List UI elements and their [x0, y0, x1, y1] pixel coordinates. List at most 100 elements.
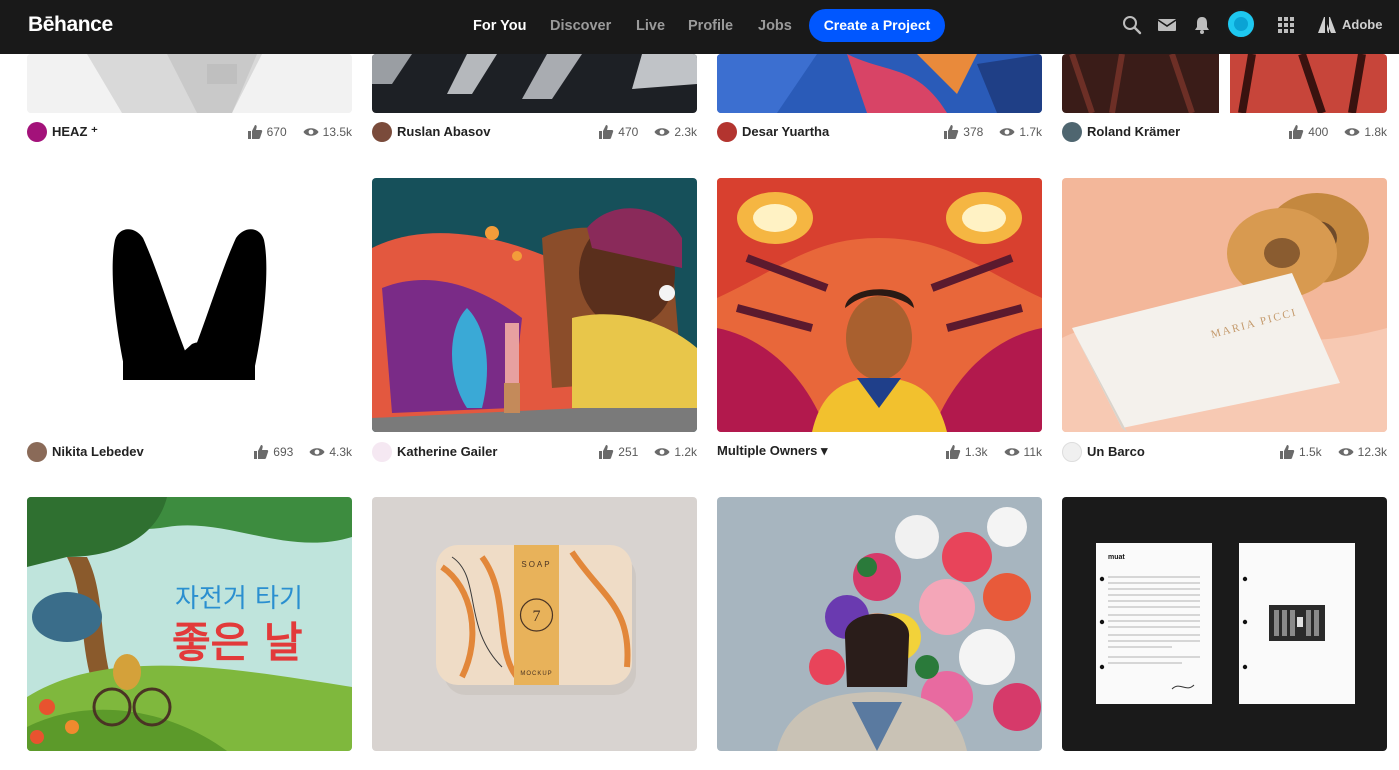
project-thumbnail[interactable] [717, 178, 1042, 432]
project-meta: Roland Krämer 400 1.8k [1062, 121, 1387, 143]
project-stats: 470 2.3k [598, 123, 697, 141]
thumbs-up-icon[interactable] [598, 444, 614, 460]
like-count: 378 [963, 125, 984, 139]
muat-title: muat [1108, 554, 1125, 561]
thumbs-up-icon[interactable] [1288, 124, 1304, 140]
owner-avatar[interactable] [27, 442, 47, 462]
owner-name[interactable]: Un Barco [1087, 444, 1145, 459]
user-avatar[interactable] [1226, 9, 1256, 39]
create-project-button[interactable]: Create a Project [809, 9, 945, 42]
thumbs-up-icon[interactable] [1279, 444, 1295, 460]
owner-avatar[interactable] [372, 442, 392, 462]
project-thumbnail[interactable] [27, 178, 352, 432]
project-stats: 378 1.7k [943, 123, 1042, 141]
project-thumbnail[interactable] [1062, 54, 1387, 113]
nav-for-you[interactable]: For You [473, 18, 526, 34]
soap-mockup: SOAP 7 MOCKUP [372, 497, 697, 751]
project-thumbnail[interactable]: 자전거 타기 좋은 날 [27, 497, 352, 751]
like-count: 1.3k [964, 445, 988, 459]
thumbs-up-icon[interactable] [253, 444, 269, 460]
like-count: 693 [273, 445, 294, 459]
heels-logo-artwork [112, 229, 267, 380]
view-count: 13.5k [322, 125, 352, 139]
behance-logo[interactable]: Bēhance [28, 13, 113, 37]
eye-icon [309, 448, 325, 456]
multiple-owners-dropdown[interactable]: Multiple Owners ▾ [717, 443, 828, 459]
project-stats: 400 1.8k [1288, 123, 1387, 141]
mural-artwork [372, 178, 697, 432]
owner-name[interactable]: Desar Yuartha [742, 124, 829, 139]
project-meta: Desar Yuartha 378 1.7k [717, 121, 1042, 143]
thumbs-up-icon[interactable] [247, 124, 263, 140]
project-thumbnail[interactable] [717, 497, 1042, 751]
stationery-mockup: muat [1062, 497, 1387, 751]
project-thumbnail[interactable]: MARIA PICCI [1062, 178, 1387, 432]
korean-title-line2: 좋은 날 [172, 618, 303, 667]
korean-title-line1: 자전거 타기 [175, 584, 303, 614]
bell-icon[interactable] [1192, 15, 1212, 35]
eye-icon [654, 448, 670, 456]
project-stats: 1.3k 11k [945, 443, 1042, 461]
thumbs-up-icon[interactable] [943, 124, 959, 140]
owner-avatar[interactable] [1062, 442, 1082, 462]
owner-name[interactable]: Katherine Gailer [397, 444, 497, 459]
search-icon[interactable] [1122, 15, 1142, 35]
eye-icon [999, 128, 1015, 136]
tiger-illustration [717, 178, 1042, 432]
project-meta: Multiple Owners ▾ 1.3k 11k [717, 441, 1042, 463]
view-count: 11k [1023, 445, 1042, 459]
project-thumbnail[interactable] [372, 178, 697, 432]
project-meta: Ruslan Abasov 470 2.3k [372, 121, 697, 143]
project-thumbnail[interactable] [717, 54, 1042, 113]
packaging-photo: MARIA PICCI [1062, 178, 1387, 432]
flower-portrait-photo [717, 497, 1042, 751]
project-stats: 670 13.5k [247, 123, 352, 141]
soap-label-bottom: MOCKUP [520, 671, 552, 677]
nav-live[interactable]: Live [636, 18, 665, 34]
apps-grid-icon[interactable] [1276, 15, 1296, 35]
adobe-link[interactable]: Adobe [1342, 17, 1382, 32]
owner-name[interactable]: Nikita Lebedev [52, 444, 144, 459]
owner-avatar[interactable] [1062, 122, 1082, 142]
owner-avatar[interactable] [372, 122, 392, 142]
project-thumbnail[interactable]: muat [1062, 497, 1387, 751]
owner-name[interactable]: Ruslan Abasov [397, 124, 490, 139]
eye-icon [654, 128, 670, 136]
thumbs-up-icon[interactable] [598, 124, 614, 140]
owner-name[interactable]: Roland Krämer [1087, 124, 1180, 139]
owner-name[interactable]: HEAZ ⁺ [52, 124, 98, 140]
eye-icon [303, 128, 319, 136]
view-count: 12.3k [1357, 445, 1387, 459]
project-thumbnail[interactable]: SOAP 7 MOCKUP [372, 497, 697, 751]
project-stats: 693 4.3k [253, 443, 352, 461]
like-count: 470 [618, 125, 639, 139]
page-bottom-edge [0, 758, 1399, 770]
soap-label-top: SOAP [521, 560, 551, 569]
nav-discover[interactable]: Discover [550, 18, 611, 34]
project-meta: HEAZ ⁺ 670 13.5k [27, 121, 352, 143]
owner-avatar[interactable] [717, 122, 737, 142]
adobe-logo-icon[interactable] [1317, 15, 1337, 35]
top-navigation-bar: Bēhance For You Discover Live Profile Jo… [0, 0, 1399, 54]
project-thumbnail[interactable] [27, 54, 352, 113]
project-meta: Un Barco 1.5k 12.3k [1062, 441, 1387, 463]
owner-avatar[interactable] [27, 122, 47, 142]
like-count: 670 [266, 125, 287, 139]
view-count: 4.3k [329, 445, 352, 459]
nav-jobs[interactable]: Jobs [758, 18, 792, 34]
nav-profile[interactable]: Profile [688, 18, 733, 34]
view-count: 2.3k [674, 125, 697, 139]
eye-icon [1344, 128, 1360, 136]
eye-icon [1004, 448, 1020, 456]
project-stats: 251 1.2k [598, 443, 697, 461]
mail-icon[interactable] [1157, 15, 1177, 35]
korean-illustration: 자전거 타기 좋은 날 [27, 497, 352, 751]
eye-icon [1338, 448, 1354, 456]
project-thumbnail[interactable] [372, 54, 697, 113]
view-count: 1.8k [1364, 125, 1387, 139]
like-count: 400 [1308, 125, 1329, 139]
like-count: 251 [618, 445, 639, 459]
project-meta: Nikita Lebedev 693 4.3k [27, 441, 352, 463]
thumbs-up-icon[interactable] [945, 444, 961, 460]
view-count: 1.7k [1019, 125, 1042, 139]
